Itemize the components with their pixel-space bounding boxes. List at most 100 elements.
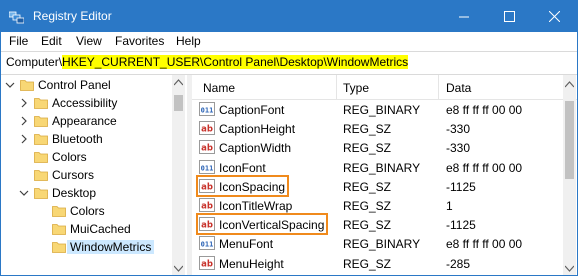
folder-icon (52, 224, 66, 235)
address-bar[interactable]: Computer\HKEY_CURRENT_USER\Control Panel… (1, 51, 577, 75)
value-type: REG_SZ (343, 218, 392, 233)
binary-value-icon: 011 (199, 102, 215, 116)
folder-icon (34, 152, 48, 163)
tree-item-label: Control Panel (38, 78, 111, 92)
tree-item[interactable]: Colors (1, 148, 171, 166)
list-scroll-thumb[interactable] (565, 101, 574, 179)
string-value-icon: ab (199, 198, 215, 212)
tree-scrollbar[interactable] (172, 75, 185, 275)
string-value-icon: ab (199, 121, 215, 136)
tree-item[interactable]: MuiCached (1, 220, 171, 238)
folder-icon (52, 242, 66, 253)
column-divider[interactable] (336, 75, 337, 99)
tree-item-label: Desktop (52, 186, 97, 200)
tree-item[interactable]: Accessibility (1, 94, 171, 112)
value-data: e8 ff ff ff 00 00 (446, 237, 523, 252)
value-data: -330 (446, 122, 471, 137)
tree-item-label: WindowMetrics (67, 240, 155, 254)
value-row[interactable]: ab CaptionHeight REG_SZ -330 (192, 119, 577, 138)
value-row[interactable]: 011 MenuFont REG_BINARY e8 ff ff ff 00 00 (192, 234, 577, 253)
maximize-icon (504, 11, 515, 22)
binary-value-icon: 011 (199, 159, 215, 174)
tree-item[interactable]: Bluetooth (1, 130, 171, 148)
value-row[interactable]: ab IconTitleWrap REG_SZ 1 (192, 196, 577, 215)
tree-item-label: Accessibility (52, 96, 118, 110)
tree-item-label: Bluetooth (52, 132, 103, 146)
svg-text:ab: ab (201, 144, 213, 154)
collapse-arrow-icon[interactable] (19, 188, 29, 198)
tree-item[interactable]: Desktop (1, 184, 171, 202)
list-scrollbar[interactable] (563, 75, 576, 275)
title-bar[interactable]: Registry Editor (1, 1, 577, 32)
close-button[interactable] (532, 1, 577, 32)
collapse-arrow-icon[interactable] (5, 80, 15, 90)
list-header: Name Type Data (192, 75, 577, 100)
value-row[interactable]: ab MenuHeight REG_SZ -285 (192, 254, 577, 273)
menu-favorites[interactable]: Favorites (115, 34, 164, 48)
value-name: MenuHeight (219, 256, 284, 271)
value-row[interactable]: ab IconVerticalSpacing REG_SZ -1125 (192, 213, 577, 236)
minimize-button[interactable] (442, 1, 487, 32)
folder-icon (34, 170, 48, 181)
close-icon (549, 11, 560, 22)
registry-editor-window: Registry Editor File Edit View Favorites… (0, 0, 578, 276)
svg-text:011: 011 (201, 107, 214, 115)
svg-text:ab: ab (201, 259, 213, 269)
svg-text:ab: ab (201, 202, 213, 212)
tree-item[interactable]: Appearance (1, 112, 171, 130)
menu-help[interactable]: Help (176, 34, 201, 48)
expand-arrow-icon[interactable] (19, 98, 29, 108)
menu-file[interactable]: File (9, 34, 28, 48)
scroll-down-icon[interactable] (565, 264, 574, 272)
value-type: REG_SZ (343, 141, 392, 156)
value-type: REG_BINARY (343, 237, 421, 252)
value-row[interactable]: 011 CaptionFont REG_BINARY e8 ff ff ff 00 0… (192, 100, 577, 119)
scroll-up-icon[interactable] (174, 79, 183, 87)
address-highlighted-path: HKEY_CURRENT_USER\Control Panel\Desktop\… (62, 55, 409, 69)
folder-icon (34, 134, 48, 145)
key-tree[interactable]: Control Panel Accessibility Appearance Blue… (1, 75, 187, 275)
value-type: REG_BINARY (343, 160, 421, 175)
scroll-down-icon[interactable] (174, 264, 183, 272)
address-prefix: Computer\ (6, 55, 63, 69)
tree-scroll-thumb[interactable] (174, 95, 183, 111)
address-path[interactable]: Computer\HKEY_CURRENT_USER\Control Panel… (6, 55, 409, 69)
value-name: IconTitleWrap (219, 199, 293, 213)
binary-value-icon: 011 (199, 236, 215, 251)
value-row[interactable]: 011 IconFont REG_BINARY e8 ff ff ff 00 00 (192, 158, 577, 177)
minimize-icon (459, 16, 469, 18)
highlight-callout (196, 174, 289, 197)
value-name: MenuFont (219, 237, 274, 252)
menu-view[interactable]: View (76, 34, 102, 48)
value-data: -285 (446, 256, 471, 271)
tree-item-label: Colors (70, 204, 105, 218)
tree-item-label: MuiCached (70, 222, 131, 236)
expand-arrow-icon[interactable] (19, 116, 29, 126)
svg-text:ab: ab (201, 125, 213, 135)
tree-item[interactable]: Control Panel (1, 76, 171, 94)
value-name: CaptionWidth (219, 141, 292, 156)
scroll-up-icon[interactable] (565, 81, 574, 89)
value-row[interactable]: ab IconSpacing REG_SZ -1125 (192, 174, 577, 197)
highlight-callout (196, 213, 328, 236)
column-name[interactable]: Name (203, 81, 235, 95)
column-type[interactable]: Type (343, 81, 369, 95)
expand-arrow-icon[interactable] (19, 134, 29, 144)
value-row[interactable]: ab CaptionWidth REG_SZ -330 (192, 138, 577, 157)
tree-item[interactable]: Cursors (1, 166, 171, 184)
folder-icon (20, 80, 34, 91)
column-divider[interactable] (438, 75, 439, 99)
values-list[interactable]: Name Type Data 011 CaptionFont REG_BINARY e… (192, 75, 577, 275)
tree-item[interactable]: WindowMetrics (1, 238, 171, 256)
value-data: -330 (446, 141, 471, 156)
column-data[interactable]: Data (446, 81, 471, 95)
menu-edit[interactable]: Edit (41, 34, 62, 48)
value-type: REG_SZ (343, 199, 392, 213)
tree-item-label: Appearance (52, 114, 117, 128)
tree-item[interactable]: Colors (1, 202, 171, 220)
svg-text:011: 011 (201, 164, 214, 172)
value-name: IconFont (219, 160, 266, 175)
maximize-button[interactable] (487, 1, 532, 32)
tree-item-label: Cursors (52, 168, 95, 182)
value-type: REG_BINARY (343, 103, 421, 117)
